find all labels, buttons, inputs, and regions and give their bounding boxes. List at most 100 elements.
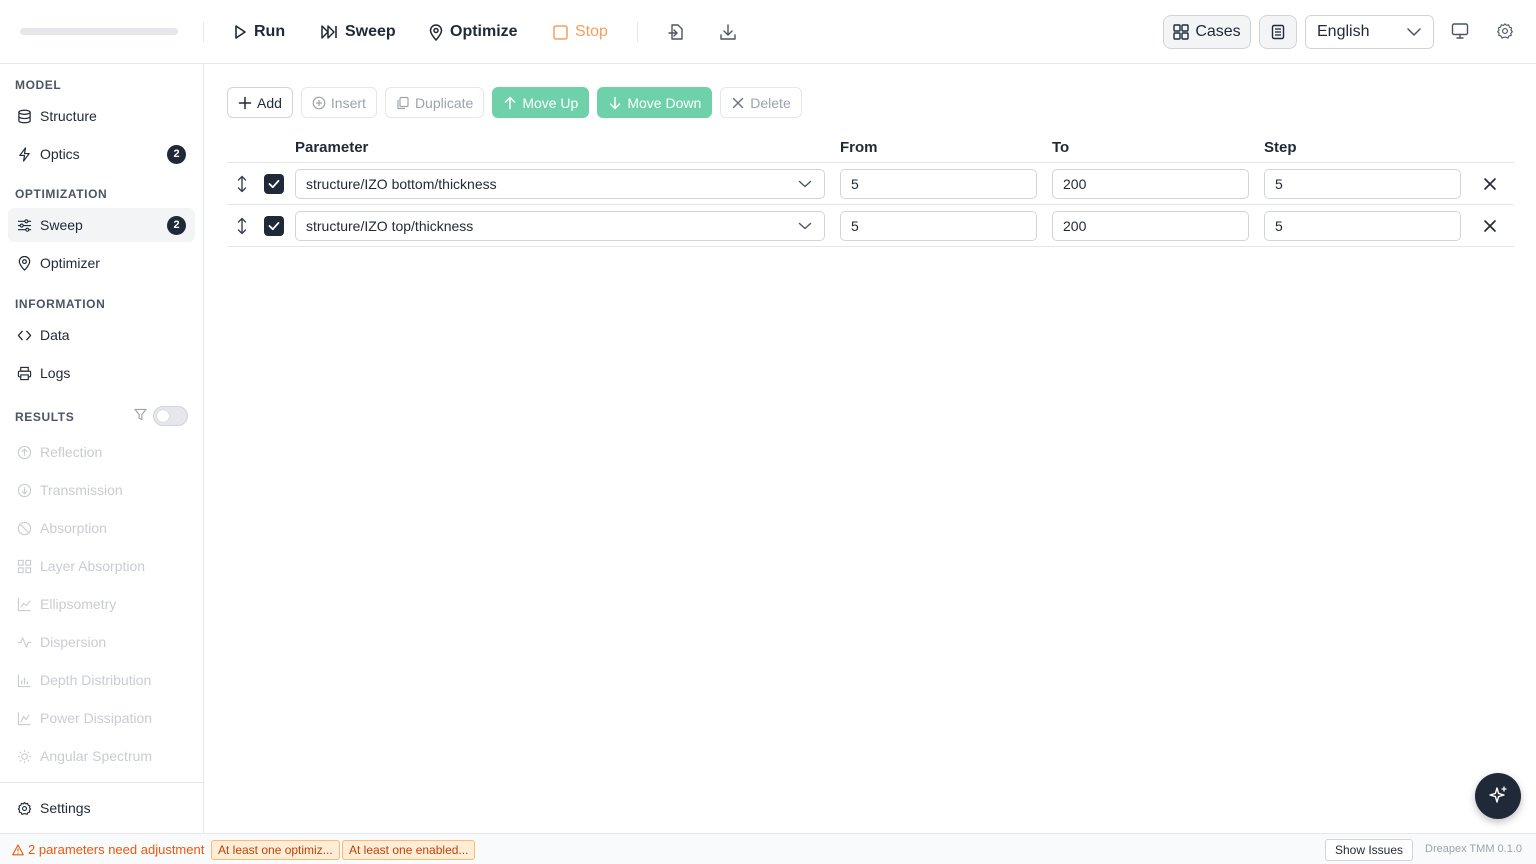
table-row: structure/IZO top/thickness bbox=[227, 205, 1514, 247]
to-input[interactable] bbox=[1052, 169, 1249, 199]
sidebar-item-structure[interactable]: Structure bbox=[8, 99, 195, 133]
validation-warning-text: 2 parameters need adjustment bbox=[28, 842, 205, 857]
drag-handle-icon[interactable] bbox=[235, 175, 249, 193]
import-icon[interactable] bbox=[666, 22, 686, 42]
parameter-value: structure/IZO bottom/thickness bbox=[306, 176, 497, 192]
sidebar-item-layer-absorption: Layer Absorption bbox=[8, 549, 195, 583]
stop-button[interactable]: Stop bbox=[553, 18, 608, 46]
skip-forward-icon bbox=[321, 25, 337, 39]
grid-icon bbox=[1173, 24, 1190, 40]
sidebar-item-sweep[interactable]: Sweep 2 bbox=[8, 208, 195, 242]
sliders-icon bbox=[17, 218, 32, 232]
cases-button[interactable]: Cases bbox=[1163, 15, 1251, 49]
optimize-button[interactable]: Optimize bbox=[429, 18, 518, 46]
move-down-label: Move Down bbox=[627, 94, 702, 111]
sidebar-item-label: Power Dissipation bbox=[40, 710, 153, 726]
section-title-optimization: OPTIMIZATION bbox=[15, 187, 108, 201]
duplicate-label: Duplicate bbox=[414, 94, 474, 111]
sidebar-item-data[interactable]: Data bbox=[8, 318, 195, 352]
assistant-fab-button[interactable] bbox=[1475, 773, 1521, 819]
run-label: Run bbox=[254, 23, 286, 40]
notes-button[interactable] bbox=[1259, 15, 1297, 49]
document-icon bbox=[1271, 24, 1285, 40]
sidebar-item-label: Optics bbox=[40, 146, 80, 162]
line-chart-icon bbox=[17, 597, 31, 611]
monitor-icon[interactable] bbox=[1451, 22, 1471, 42]
move-up-button[interactable]: Move Up bbox=[492, 87, 590, 118]
issue-chip[interactable]: At least one enabled... bbox=[342, 840, 476, 860]
drag-handle-icon[interactable] bbox=[235, 217, 249, 235]
sidebar: MODEL Structure Optics 2 OPTIMIZATION Sw… bbox=[0, 64, 204, 833]
table-header: Parameter From To Step bbox=[227, 134, 1514, 163]
sidebar-item-transmission: Transmission bbox=[8, 473, 195, 507]
toolbar-divider bbox=[203, 22, 204, 42]
step-input[interactable] bbox=[1264, 169, 1461, 199]
printer-icon bbox=[17, 366, 32, 380]
sweep-label: Sweep bbox=[345, 23, 396, 40]
arrow-down-circle-icon bbox=[17, 483, 32, 497]
run-button[interactable]: Run bbox=[233, 18, 285, 46]
column-header-parameter: Parameter bbox=[295, 139, 369, 156]
check-icon bbox=[268, 221, 280, 231]
move-down-button[interactable]: Move Down bbox=[597, 87, 713, 118]
row-enabled-checkbox[interactable] bbox=[264, 174, 284, 194]
optimize-label: Optimize bbox=[450, 23, 518, 40]
parameter-value: structure/IZO top/thickness bbox=[306, 218, 474, 234]
area-chart-icon bbox=[17, 711, 31, 725]
sweep-button[interactable]: Sweep bbox=[320, 18, 396, 46]
sidebar-item-label: Dispersion bbox=[40, 634, 107, 650]
filter-icon[interactable] bbox=[134, 408, 147, 421]
validation-warning[interactable]: 2 parameters need adjustment bbox=[12, 842, 204, 857]
add-label: Add bbox=[257, 94, 282, 111]
duplicate-button[interactable]: Duplicate bbox=[384, 87, 485, 118]
sidebar-item-optics[interactable]: Optics 2 bbox=[8, 137, 195, 171]
add-button[interactable]: Add bbox=[227, 87, 293, 118]
column-header-step: Step bbox=[1264, 139, 1297, 156]
bar-chart-icon bbox=[17, 673, 31, 687]
map-pin-icon bbox=[429, 23, 443, 41]
sidebar-item-optimizer[interactable]: Optimizer bbox=[8, 246, 195, 280]
sparkles-icon bbox=[1489, 786, 1507, 803]
main-content: Add Insert Duplicate Move Up Move Down D… bbox=[204, 64, 1536, 833]
parameter-toolbar: Add Insert Duplicate Move Up Move Down D… bbox=[227, 87, 802, 118]
language-select[interactable]: English bbox=[1305, 15, 1434, 49]
download-icon[interactable] bbox=[718, 22, 738, 42]
stop-label: Stop bbox=[575, 23, 608, 40]
results-filter-toggle[interactable] bbox=[153, 406, 188, 426]
parameter-select[interactable]: structure/IZO bottom/thickness bbox=[295, 169, 825, 199]
sidebar-item-logs[interactable]: Logs bbox=[8, 356, 195, 390]
insert-label: Insert bbox=[330, 94, 366, 111]
grid-icon bbox=[17, 559, 32, 573]
sidebar-item-settings[interactable]: Settings bbox=[8, 791, 195, 825]
arrow-down-icon bbox=[610, 96, 621, 109]
activity-icon bbox=[17, 636, 32, 648]
row-enabled-checkbox[interactable] bbox=[264, 216, 284, 236]
code-icon bbox=[17, 330, 32, 340]
show-issues-button[interactable]: Show Issues bbox=[1325, 839, 1413, 861]
gear-icon[interactable] bbox=[1496, 22, 1516, 42]
parameter-select[interactable]: structure/IZO top/thickness bbox=[295, 211, 825, 241]
app-logo-placeholder bbox=[20, 28, 178, 35]
from-input[interactable] bbox=[840, 169, 1037, 199]
app-version: Dreapex TMM 0.1.0 bbox=[1425, 843, 1523, 855]
step-input[interactable] bbox=[1264, 211, 1461, 241]
toolbar-divider bbox=[637, 22, 638, 42]
sidebar-item-label: Settings bbox=[40, 800, 91, 816]
close-icon bbox=[733, 97, 744, 108]
sun-icon bbox=[17, 749, 32, 763]
sidebar-item-label: Absorption bbox=[40, 520, 107, 536]
remove-row-icon[interactable] bbox=[1482, 176, 1498, 192]
sidebar-item-label: Logs bbox=[40, 365, 71, 381]
issue-chip[interactable]: At least one optimiz... bbox=[211, 840, 340, 860]
from-input[interactable] bbox=[840, 211, 1037, 241]
to-input[interactable] bbox=[1052, 211, 1249, 241]
delete-button[interactable]: Delete bbox=[720, 87, 802, 118]
sidebar-item-ellipsometry: Ellipsometry bbox=[8, 587, 195, 621]
insert-button[interactable]: Insert bbox=[300, 87, 377, 118]
chevron-down-icon bbox=[798, 180, 812, 188]
column-header-from: From bbox=[840, 139, 878, 156]
ban-icon bbox=[17, 521, 32, 535]
section-title-results: RESULTS bbox=[15, 410, 75, 424]
remove-row-icon[interactable] bbox=[1482, 218, 1498, 234]
arrow-up-circle-icon bbox=[17, 445, 32, 459]
